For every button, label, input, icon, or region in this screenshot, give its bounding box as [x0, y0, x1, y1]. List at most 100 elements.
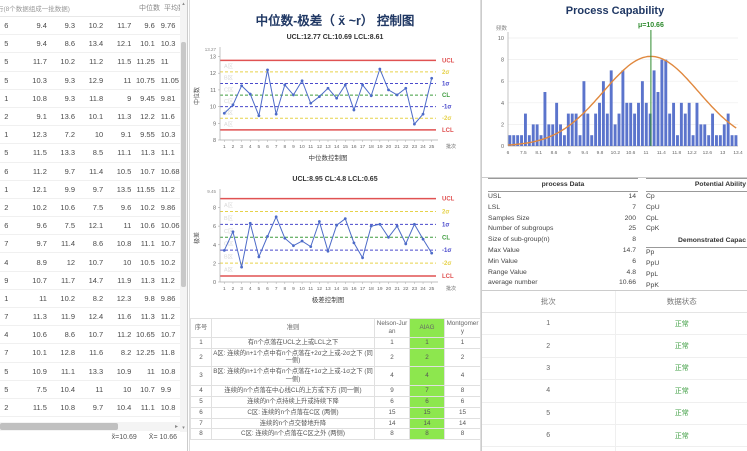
data-point[interactable] — [413, 123, 416, 126]
histogram-bar[interactable] — [590, 135, 593, 146]
data-point[interactable] — [378, 68, 381, 71]
data-point[interactable] — [396, 225, 399, 228]
histogram-bar[interactable] — [645, 103, 648, 146]
data-point[interactable] — [335, 97, 338, 100]
data-point[interactable] — [275, 215, 278, 218]
data-point[interactable] — [301, 240, 304, 243]
histogram-bar[interactable] — [727, 114, 730, 146]
histogram-bar[interactable] — [641, 81, 644, 146]
scroll-right-arrow-icon[interactable]: ▸ — [175, 423, 178, 430]
histogram-bar[interactable] — [614, 124, 617, 146]
data-point[interactable] — [378, 223, 381, 226]
data-point[interactable] — [257, 114, 260, 117]
histogram-bar[interactable] — [594, 114, 597, 146]
histogram-bar[interactable] — [680, 103, 683, 146]
histogram-bar[interactable] — [660, 60, 663, 146]
histogram-bar[interactable] — [629, 103, 632, 146]
histogram-bar[interactable] — [703, 124, 706, 146]
data-point[interactable] — [309, 102, 312, 105]
data-point[interactable] — [266, 235, 269, 238]
histogram-bar[interactable] — [707, 135, 710, 146]
data-point[interactable] — [292, 94, 295, 97]
horizontal-scrollbar-thumb[interactable] — [0, 423, 118, 430]
data-point[interactable] — [275, 113, 278, 116]
vertical-scrollbar-thumb[interactable] — [181, 42, 186, 287]
histogram-bar[interactable] — [699, 124, 702, 146]
histogram-bar[interactable] — [633, 114, 636, 146]
data-point[interactable] — [422, 113, 425, 116]
histogram-bar[interactable] — [668, 114, 671, 146]
histogram-bar[interactable] — [684, 114, 687, 146]
histogram-bar[interactable] — [606, 114, 609, 146]
data-point[interactable] — [223, 112, 226, 115]
data-point[interactable] — [318, 220, 321, 223]
scroll-down-arrow-icon[interactable]: ▾ — [180, 425, 187, 431]
data-point[interactable] — [396, 94, 399, 97]
data-point[interactable] — [232, 104, 235, 107]
histogram-bar[interactable] — [711, 114, 714, 146]
histogram-bar[interactable] — [528, 135, 531, 146]
histogram-bar[interactable] — [696, 103, 699, 146]
data-point[interactable] — [318, 95, 321, 98]
data-point[interactable] — [327, 250, 330, 253]
histogram-bar[interactable] — [618, 114, 621, 146]
horizontal-scrollbar[interactable]: ▸ — [0, 422, 180, 431]
histogram-bar[interactable] — [672, 103, 675, 146]
histogram-bar[interactable] — [586, 114, 589, 146]
histogram-bar[interactable] — [524, 114, 527, 146]
histogram-bar[interactable] — [536, 124, 539, 146]
data-point[interactable] — [353, 241, 356, 244]
histogram-bar[interactable] — [715, 135, 718, 146]
histogram-bar[interactable] — [563, 135, 566, 146]
histogram-bar[interactable] — [625, 103, 628, 146]
data-point[interactable] — [240, 266, 243, 269]
data-point[interactable] — [430, 77, 433, 80]
data-point[interactable] — [353, 109, 356, 112]
scroll-up-arrow-icon[interactable]: ▴ — [180, 1, 187, 7]
data-point[interactable] — [430, 252, 433, 255]
data-point[interactable] — [335, 224, 338, 227]
data-point[interactable] — [404, 87, 407, 90]
histogram-bar[interactable] — [719, 135, 722, 146]
data-point[interactable] — [387, 89, 390, 92]
capability-histogram[interactable]: 0246810频数μ=10.6667.58.18.699.49.810.210.… — [482, 20, 747, 178]
vertical-scrollbar[interactable]: ▴ ▾ — [180, 0, 187, 432]
histogram-bar[interactable] — [676, 135, 679, 146]
data-point[interactable] — [283, 83, 286, 86]
data-point[interactable] — [283, 237, 286, 240]
histogram-bar[interactable] — [664, 60, 667, 146]
data-point[interactable] — [266, 68, 269, 71]
data-point[interactable] — [223, 249, 226, 252]
data-point[interactable] — [327, 87, 330, 90]
histogram-bar[interactable] — [567, 114, 570, 146]
histogram-bar[interactable] — [637, 103, 640, 146]
data-point[interactable] — [387, 236, 390, 239]
histogram-bar[interactable] — [692, 135, 695, 146]
data-point[interactable] — [232, 230, 235, 233]
histogram-bar[interactable] — [731, 135, 734, 146]
data-point[interactable] — [370, 94, 373, 97]
data-point[interactable] — [422, 238, 425, 241]
histogram-bar[interactable] — [547, 124, 550, 146]
histogram-bar[interactable] — [723, 124, 726, 146]
histogram-bar[interactable] — [735, 135, 738, 146]
histogram-bar[interactable] — [579, 135, 582, 146]
histogram-bar[interactable] — [559, 124, 562, 146]
data-point[interactable] — [361, 83, 364, 86]
data-point[interactable] — [404, 242, 407, 245]
histogram-bar[interactable] — [657, 92, 660, 146]
data-point[interactable] — [344, 217, 347, 220]
histogram-bar[interactable] — [653, 70, 656, 146]
histogram-bar[interactable] — [571, 114, 574, 146]
histogram-bar[interactable] — [598, 103, 601, 146]
data-point[interactable] — [292, 244, 295, 247]
range-control-chart[interactable]: A区B区C区C区B区A区UCL2σ1σCL-1σ-2σLCL024689.451… — [190, 186, 478, 312]
median-control-chart[interactable]: A区B区C区C区B区A区UCL2σ1σCL-1σ-2σLCL8910111213… — [190, 44, 478, 170]
histogram-bar[interactable] — [555, 103, 558, 146]
data-point[interactable] — [370, 225, 373, 228]
data-point[interactable] — [309, 245, 312, 248]
data-point[interactable] — [413, 223, 416, 226]
data-point[interactable] — [249, 222, 252, 225]
data-point[interactable] — [240, 84, 243, 87]
data-point[interactable] — [257, 255, 260, 258]
